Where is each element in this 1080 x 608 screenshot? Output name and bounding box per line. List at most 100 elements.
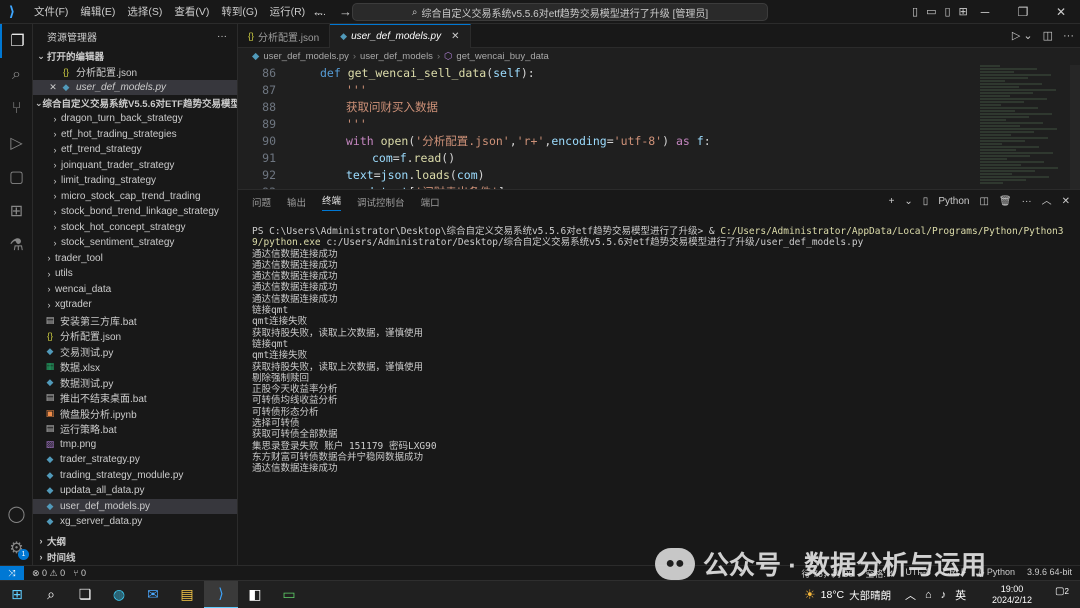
tree-folder[interactable]: › dragon_turn_back_strategy — [33, 111, 237, 127]
tree-file[interactable]: ▤ 运行策略.bat — [33, 421, 237, 437]
tree-folder[interactable]: › etf_trend_strategy — [33, 142, 237, 158]
taskbar-search-icon[interactable]: ⌕ — [34, 581, 68, 608]
maximize-panel-icon[interactable]: ︿ — [1042, 190, 1052, 214]
weather-widget[interactable]: ☀ 18°C 大部晴朗 — [804, 581, 891, 608]
store-icon[interactable]: ◧ — [238, 581, 272, 608]
notification-icon[interactable]: ▢2 — [1054, 586, 1070, 602]
terminal-dropdown-icon[interactable]: ⌄ — [904, 190, 912, 214]
remote-indicator-icon[interactable]: ⤨ — [0, 565, 24, 581]
panel-tab[interactable]: 终端 — [322, 193, 342, 211]
close-panel-icon[interactable]: ✕ — [1062, 190, 1070, 214]
minimize-icon[interactable]: ─ — [966, 0, 1004, 24]
run-debug-icon[interactable]: ▷ — [0, 126, 33, 160]
more-actions-icon[interactable]: ··· — [1022, 190, 1032, 214]
explorer-icon[interactable]: ❐ — [0, 24, 33, 58]
menu-item[interactable]: 运行(R) — [264, 0, 312, 24]
more-actions-icon[interactable]: ··· — [217, 31, 227, 42]
terminal-output[interactable]: PS C:\Users\Administrator\Desktop\综合自定义交… — [252, 226, 1072, 475]
kill-terminal-icon[interactable]: 🗑 — [999, 190, 1012, 214]
tray-overflow-icon[interactable]: ︿ — [905, 587, 916, 603]
tree-folder[interactable]: › etf_hot_trading_strategies — [33, 127, 237, 143]
command-center-search[interactable]: ⌕ 综合自定义交易系统v5.5.6对etf趋势交易模型进行了升级 [管理员] — [352, 3, 768, 21]
tree-folder[interactable]: › stock_bond_trend_linkage_strategy — [33, 204, 237, 220]
timeline-section[interactable]: › 时间线 — [33, 549, 237, 565]
menu-item[interactable]: 转到(G) — [215, 0, 263, 24]
testing-icon[interactable]: ⚗ — [0, 228, 33, 262]
add-terminal-icon[interactable]: + — [889, 190, 895, 214]
split-editor-icon[interactable]: ◫ — [1043, 24, 1053, 48]
open-editors-section[interactable]: ⌄ 打开的编辑器 — [33, 48, 237, 64]
search-view-icon[interactable]: ⌕ — [0, 58, 33, 92]
file-explorer-icon[interactable]: ▤ — [170, 581, 204, 608]
close-window-icon[interactable]: ✕ — [1042, 0, 1080, 24]
run-python-icon[interactable]: ▷ ⌄ — [1012, 24, 1033, 48]
network-icon[interactable]: ⌂ — [925, 589, 932, 601]
menu-item[interactable]: 编辑(E) — [74, 0, 121, 24]
outline-section[interactable]: › 大纲 — [33, 533, 237, 549]
tree-file[interactable]: ▣ 微盘股分析.ipynb — [33, 406, 237, 422]
start-menu-icon[interactable]: ⊞ — [0, 581, 34, 608]
terminal-app-icon[interactable]: ▭ — [272, 581, 306, 608]
tree-file[interactable]: ▤ 安装第三方库.bat — [33, 313, 237, 329]
vscode-taskbar-icon[interactable]: ⟩ — [204, 580, 238, 608]
tree-file[interactable]: ◆ trading_strategy_module.py — [33, 468, 237, 484]
forward-arrow-icon[interactable]: → — [339, 0, 352, 24]
tree-folder[interactable]: › joinquant_trader_strategy — [33, 158, 237, 174]
mail-icon[interactable]: ✉ — [136, 581, 170, 608]
tree-file[interactable]: ◆ user_def_models.py — [33, 498, 237, 514]
tree-folder[interactable]: › xgtrader — [33, 297, 237, 313]
menu-item[interactable]: 查看(V) — [168, 0, 215, 24]
tree-folder[interactable]: › stock_hot_concept_strategy — [33, 220, 237, 236]
problems-status[interactable]: ⊗ 0 ⚠ 0 — [32, 568, 65, 579]
open-editor-item[interactable]: {} 分析配置.json — [33, 64, 237, 80]
toggle-secondary-sidebar-icon[interactable]: ▯ — [944, 0, 950, 24]
manage-gear-icon[interactable]: ⚙ 1 — [0, 531, 33, 565]
source-control-icon[interactable]: ⑂ — [0, 92, 33, 126]
toggle-primary-sidebar-icon[interactable]: ▯ — [912, 0, 918, 24]
workspace-section[interactable]: ⌄ 综合自定义交易系统V5.5.6对ETF趋势交易模型进行了... — [33, 95, 237, 111]
toggle-panel-icon[interactable]: ▭ — [926, 0, 936, 24]
tree-file[interactable]: ◆ xg_server_data.py — [33, 514, 237, 530]
minimap[interactable] — [980, 65, 1070, 189]
editor-tab[interactable]: {} 分析配置.json — [238, 24, 331, 48]
terminal-shell-label[interactable]: Python — [938, 190, 969, 214]
restore-icon[interactable]: ❐ — [1004, 0, 1042, 24]
more-actions-icon[interactable]: ··· — [1063, 24, 1074, 48]
remote-explorer-icon[interactable]: ▢ — [0, 160, 33, 194]
edge-browser-icon[interactable]: ◍ — [102, 581, 136, 608]
breadcrumb-symbol[interactable]: get_wencai_buy_data — [456, 51, 548, 62]
ime-indicator[interactable]: 英 — [955, 587, 966, 603]
open-editor-item[interactable]: ✕ ◆ user_def_models.py — [33, 79, 237, 95]
code-editor[interactable]: 86 def get_wencai_sell_data(self): 87 ''' 88… — [238, 65, 1080, 189]
tree-folder[interactable]: › micro_stock_cap_trend_trading — [33, 189, 237, 205]
extensions-icon[interactable]: ⊞ — [0, 194, 33, 228]
panel-tab[interactable]: 端口 — [421, 195, 440, 209]
tree-file[interactable]: ◆ trader_strategy.py — [33, 452, 237, 468]
menu-item[interactable]: 选择(S) — [121, 0, 168, 24]
tree-file[interactable]: ◆ updata_all_data.py — [33, 483, 237, 499]
tree-file[interactable]: ◆ 交易测试.py — [33, 344, 237, 360]
python-interpreter[interactable]: 3.9.6 64-bit — [1027, 567, 1072, 580]
breadcrumb-module[interactable]: user_def_models — [360, 51, 433, 62]
tree-folder[interactable]: › utils — [33, 266, 237, 282]
account-icon[interactable]: ◯ — [0, 497, 33, 531]
close-tab-icon[interactable]: ✕ — [451, 31, 459, 42]
editor-tab[interactable]: ◆ user_def_models.py ✕ — [330, 24, 471, 48]
tree-file[interactable]: {} 分析配置.json — [33, 328, 237, 344]
tree-folder[interactable]: › trader_tool — [33, 251, 237, 267]
tree-folder[interactable]: › limit_trading_strategy — [33, 173, 237, 189]
panel-tab[interactable]: 输出 — [287, 195, 306, 209]
split-terminal-icon[interactable]: ◫ — [979, 190, 988, 214]
menu-item[interactable]: 文件(F) — [28, 0, 74, 24]
editor-scrollbar[interactable] — [1070, 65, 1080, 189]
tree-file[interactable]: ▤ 推出不结束桌面.bat — [33, 390, 237, 406]
volume-icon[interactable]: ♪ — [941, 589, 947, 601]
tree-folder[interactable]: › stock_sentiment_strategy — [33, 235, 237, 251]
tree-file[interactable]: ◆ 数据测试.py — [33, 375, 237, 391]
tree-file[interactable]: ▦ 数据.xlsx — [33, 359, 237, 375]
clock[interactable]: 19:00 2024/2/12 — [992, 584, 1032, 606]
ports-status[interactable]: ⑂ 0 — [73, 568, 86, 578]
panel-tab[interactable]: 调试控制台 — [357, 195, 405, 209]
task-view-icon[interactable]: ❏ — [68, 581, 102, 608]
breadcrumb-file[interactable]: user_def_models.py — [263, 51, 349, 62]
